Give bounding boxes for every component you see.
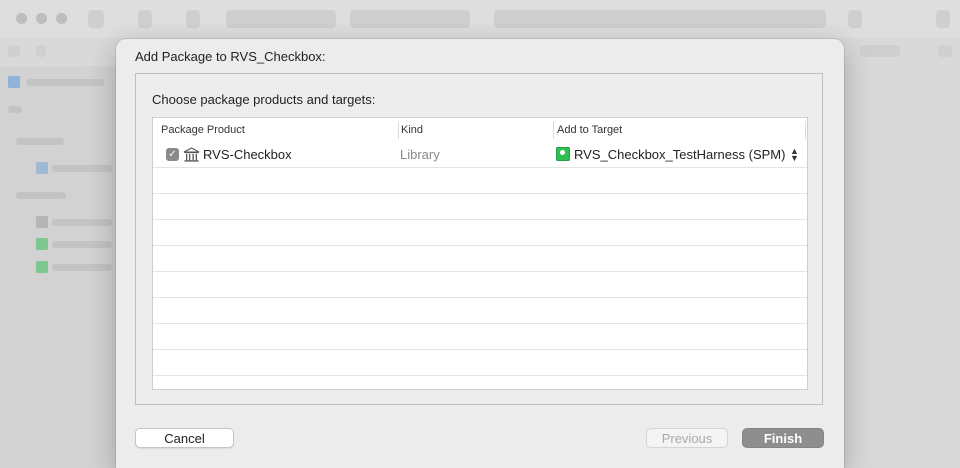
split-icon bbox=[938, 45, 952, 57]
sheet-title: Add Package to RVS_Checkbox: bbox=[135, 49, 326, 64]
tab-control bbox=[860, 45, 900, 57]
project-name-line bbox=[26, 79, 104, 86]
window-zoom-dot bbox=[56, 13, 67, 24]
inspector-toggle-icon bbox=[936, 10, 950, 28]
column-header-product[interactable]: Package Product bbox=[161, 118, 245, 142]
project-item-line bbox=[52, 165, 112, 172]
empty-row bbox=[153, 246, 807, 272]
activity-view bbox=[494, 10, 826, 28]
empty-row bbox=[153, 350, 807, 376]
column-divider[interactable] bbox=[398, 121, 399, 139]
column-header-target[interactable]: Add to Target bbox=[557, 118, 622, 142]
destination-selector bbox=[350, 10, 470, 28]
empty-row bbox=[153, 298, 807, 324]
back-icon bbox=[36, 45, 46, 57]
target-popup-label[interactable]: RVS_Checkbox_TestHarness (SPM) bbox=[574, 142, 785, 168]
library-package-icon bbox=[183, 147, 200, 162]
previous-button[interactable]: Previous bbox=[646, 428, 728, 448]
project-item-icon bbox=[36, 162, 48, 174]
target-icon bbox=[36, 238, 48, 250]
package-products-group: Choose package products and targets: Pac… bbox=[135, 73, 823, 405]
background-sidebar bbox=[0, 66, 119, 468]
background-editor-right bbox=[846, 66, 960, 468]
window-minimize-dot bbox=[36, 13, 47, 24]
product-kind: Library bbox=[400, 147, 440, 162]
cancel-button[interactable]: Cancel bbox=[135, 428, 234, 448]
target-icon bbox=[36, 261, 48, 273]
column-divider[interactable] bbox=[805, 121, 806, 139]
empty-row bbox=[153, 194, 807, 220]
project-icon bbox=[8, 76, 20, 88]
column-divider[interactable] bbox=[553, 121, 554, 139]
empty-row bbox=[153, 324, 807, 350]
library-icon bbox=[848, 10, 862, 28]
target-line bbox=[52, 241, 112, 248]
table-row[interactable]: ✓ RVS-Checkbox Library RVS_Checkbox_Test… bbox=[153, 142, 807, 168]
empty-row bbox=[153, 376, 807, 389]
window-close-dot bbox=[16, 13, 27, 24]
app-target-icon bbox=[556, 147, 570, 161]
targets-header-line bbox=[16, 192, 66, 199]
empty-row bbox=[153, 168, 807, 194]
play-icon bbox=[138, 10, 152, 28]
product-name: RVS-Checkbox bbox=[203, 147, 292, 162]
filter-icon bbox=[8, 106, 22, 113]
include-product-checkbox[interactable]: ✓ bbox=[166, 148, 179, 161]
scheme-selector bbox=[226, 10, 336, 28]
target-line bbox=[52, 264, 112, 271]
target-icon bbox=[36, 216, 48, 228]
package-products-table[interactable]: Package Product Kind Add to Target ✓ RVS… bbox=[152, 117, 808, 390]
target-line bbox=[52, 219, 112, 226]
group-label: Choose package products and targets: bbox=[152, 92, 376, 107]
empty-row bbox=[153, 272, 807, 298]
empty-row bbox=[153, 220, 807, 246]
column-header-kind[interactable]: Kind bbox=[401, 118, 423, 142]
finish-button[interactable]: Finish bbox=[742, 428, 824, 448]
grid-icon bbox=[8, 45, 20, 57]
background-toolbar bbox=[0, 0, 960, 39]
updown-chevron-icon[interactable]: ▲ ▼ bbox=[790, 147, 799, 163]
stop-icon bbox=[186, 10, 200, 28]
add-package-sheet: Add Package to RVS_Checkbox: Choose pack… bbox=[116, 39, 844, 468]
sidebar-toggle-icon bbox=[88, 10, 104, 28]
table-header: Package Product Kind Add to Target bbox=[153, 118, 807, 143]
project-header-line bbox=[16, 138, 64, 145]
